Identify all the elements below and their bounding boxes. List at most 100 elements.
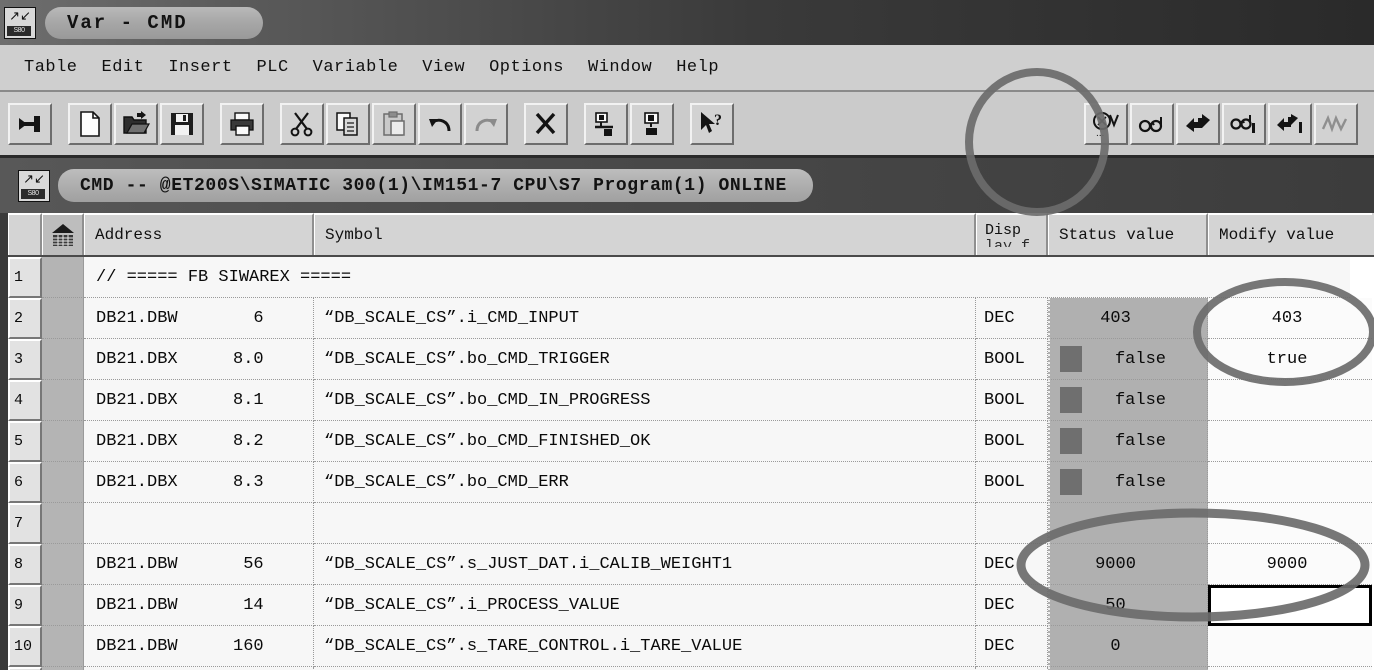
row-mark-cell[interactable] <box>42 298 84 339</box>
svg-text:?: ? <box>714 112 722 129</box>
display-format-cell[interactable] <box>976 503 1048 544</box>
menu-item-plc[interactable]: PLC <box>245 55 301 80</box>
new-file-button[interactable] <box>68 102 112 145</box>
display-format-cell[interactable]: BOOL <box>976 380 1048 421</box>
header-modify-value[interactable]: Modify value <box>1208 213 1372 255</box>
connect-plc-button[interactable] <box>584 102 628 145</box>
symbol-cell[interactable]: “DB_SCALE_CS”.s_TARE_CONTROL.i_TARE_VALU… <box>314 626 976 667</box>
monitor-variable-button[interactable]: ... <box>1084 102 1128 145</box>
symbol-cell[interactable]: “DB_SCALE_CS”.bo_CMD_ERR <box>314 462 976 503</box>
display-format-cell[interactable]: DEC <box>976 626 1048 667</box>
address-cell[interactable] <box>84 503 314 544</box>
table-row[interactable]: 7 <box>8 503 1374 544</box>
modify-value-cell[interactable]: true <box>1208 339 1372 380</box>
row-number: 9 <box>8 585 42 626</box>
symbol-cell[interactable]: “DB_SCALE_CS”.bo_CMD_FINISHED_OK <box>314 421 976 462</box>
modify-value-cell[interactable] <box>1208 626 1372 667</box>
header-status-value[interactable]: Status value <box>1048 213 1208 255</box>
copy-button[interactable] <box>326 102 370 145</box>
symbol-cell[interactable] <box>314 503 976 544</box>
display-format-cell[interactable]: DEC <box>976 585 1048 626</box>
symbol-cell[interactable]: “DB_SCALE_CS”.i_CMD_INPUT <box>314 298 976 339</box>
address-cell[interactable]: DB21.DBW 14 <box>84 585 314 626</box>
status-value-cell: 403 <box>1048 298 1208 339</box>
row-mark-cell[interactable] <box>42 503 84 544</box>
table-row[interactable]: 2 DB21.DBW 6 “DB_SCALE_CS”.i_CMD_INPUT D… <box>8 298 1374 339</box>
address-cell[interactable]: DB21.DBW 160 <box>84 626 314 667</box>
row-mark-cell[interactable] <box>42 544 84 585</box>
address-cell[interactable]: DB21.DBW 56 <box>84 544 314 585</box>
header-symbol[interactable]: Symbol <box>314 213 976 255</box>
menu-item-edit[interactable]: Edit <box>90 55 157 80</box>
table-row[interactable]: 8 DB21.DBW 56 “DB_SCALE_CS”.s_JUST_DAT.i… <box>8 544 1374 585</box>
menu-item-help[interactable]: Help <box>664 55 731 80</box>
modify-value-cell[interactable] <box>1208 503 1372 544</box>
status-value-cell: false <box>1048 380 1208 421</box>
row-mark-cell[interactable] <box>42 421 84 462</box>
row-mark-cell[interactable] <box>42 626 84 667</box>
row-mark-cell[interactable] <box>42 462 84 503</box>
help-pointer-button[interactable]: ? <box>690 102 734 145</box>
redo-icon <box>475 118 497 131</box>
paste-button[interactable] <box>372 102 416 145</box>
display-format-cell[interactable]: BOOL <box>976 421 1048 462</box>
monitor-once-button[interactable] <box>1222 102 1266 145</box>
menu-item-view[interactable]: View <box>410 55 477 80</box>
modify-value-cell[interactable] <box>1208 380 1372 421</box>
table-row[interactable]: 5 DB21.DBX 8.2 “DB_SCALE_CS”.bo_CMD_FINI… <box>8 421 1374 462</box>
modify-value-cell[interactable] <box>1208 421 1372 462</box>
row-mark-cell[interactable] <box>42 585 84 626</box>
disconnect-plc-button[interactable] <box>630 102 674 145</box>
print-button[interactable] <box>220 102 264 145</box>
table-row[interactable]: 1 // ===== FB SIWAREX ===== <box>8 257 1374 298</box>
address-cell[interactable]: DB21.DBX 8.3 <box>84 462 314 503</box>
modify-value-cell[interactable] <box>1208 462 1372 503</box>
symbol-cell[interactable]: “DB_SCALE_CS”.s_JUST_DAT.i_CALIB_WEIGHT1 <box>314 544 976 585</box>
display-format-cell[interactable]: BOOL <box>976 462 1048 503</box>
header-address[interactable]: Address <box>84 213 314 255</box>
row-mark-cell[interactable] <box>42 380 84 421</box>
undo-button[interactable] <box>418 102 462 145</box>
address-cell[interactable]: DB21.DBX 8.1 <box>84 380 314 421</box>
delete-button[interactable] <box>524 102 568 145</box>
open-file-button[interactable] <box>114 102 158 145</box>
menu-item-window[interactable]: Window <box>576 55 664 80</box>
address-cell[interactable]: DB21.DBW 6 <box>84 298 314 339</box>
table-row[interactable]: 9 DB21.DBW 14 “DB_SCALE_CS”.i_PROCESS_VA… <box>8 585 1374 626</box>
menu-item-options[interactable]: Options <box>477 55 576 80</box>
address-cell[interactable]: DB21.DBX 8.2 <box>84 421 314 462</box>
display-format-cell[interactable]: DEC <box>976 544 1048 585</box>
row-mark-cell[interactable] <box>42 257 84 298</box>
display-format-cell[interactable]: DEC <box>976 298 1048 339</box>
svg-text:...: ... <box>1096 128 1104 137</box>
table-row[interactable]: 10 DB21.DBW 160 “DB_SCALE_CS”.s_TARE_CON… <box>8 626 1374 667</box>
modify-value-cell-selected[interactable] <box>1208 585 1372 626</box>
modify-variable-button[interactable] <box>1176 102 1220 145</box>
address-cell[interactable]: DB21.DBX 8.0 <box>84 339 314 380</box>
symbol-cell[interactable]: “DB_SCALE_CS”.i_PROCESS_VALUE <box>314 585 976 626</box>
symbol-cell[interactable]: “DB_SCALE_CS”.bo_CMD_TRIGGER <box>314 339 976 380</box>
pin-window-button[interactable] <box>8 102 52 145</box>
address-name: DB21.DBW <box>96 636 178 656</box>
row-mark-cell[interactable] <box>42 339 84 380</box>
cut-button[interactable] <box>280 102 324 145</box>
menu-item-variable[interactable]: Variable <box>301 55 411 80</box>
display-format-cell[interactable]: BOOL <box>976 339 1048 380</box>
modify-value-cell[interactable]: 9000 <box>1208 544 1372 585</box>
table-row[interactable]: 4 DB21.DBX 8.1 “DB_SCALE_CS”.bo_CMD_IN_P… <box>8 380 1374 421</box>
comment-cell[interactable]: // ===== FB SIWAREX ===== <box>84 257 1350 298</box>
table-row[interactable]: 6 DB21.DBX 8.3 “DB_SCALE_CS”.bo_CMD_ERR … <box>8 462 1374 503</box>
monitor-glasses-button[interactable] <box>1130 102 1174 145</box>
delete-x-icon <box>535 112 556 134</box>
menu-item-insert[interactable]: Insert <box>156 55 244 80</box>
redo-button[interactable] <box>464 102 508 145</box>
modify-once-button[interactable] <box>1268 102 1312 145</box>
symbol-cell[interactable]: “DB_SCALE_CS”.bo_CMD_IN_PROGRESS <box>314 380 976 421</box>
menu-item-table[interactable]: Table <box>12 55 90 80</box>
header-mark-column[interactable] <box>42 213 84 255</box>
modify-value-cell[interactable]: 403 <box>1208 298 1372 339</box>
header-display-format[interactable]: Disp lay f <box>976 213 1048 255</box>
save-button[interactable] <box>160 102 204 145</box>
force-button[interactable] <box>1314 102 1358 145</box>
table-row[interactable]: 3 DB21.DBX 8.0 “DB_SCALE_CS”.bo_CMD_TRIG… <box>8 339 1374 380</box>
